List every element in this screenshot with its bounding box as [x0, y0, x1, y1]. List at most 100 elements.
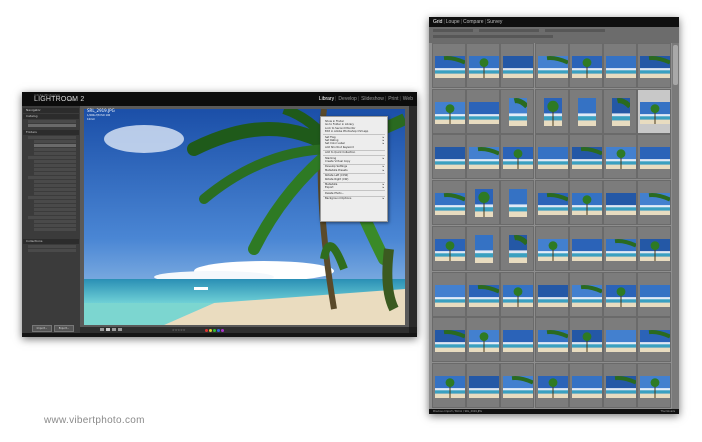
thumbnail-cell[interactable] [637, 362, 672, 408]
source-path[interactable]: Previous Import / Bohol / SRL_2919.JPG [433, 409, 482, 414]
thumbnail-image[interactable] [612, 97, 630, 126]
thumbnail-image[interactable] [537, 147, 568, 170]
thumbnail-cell[interactable] [603, 271, 637, 317]
thumbnail-image[interactable] [469, 284, 500, 307]
filter-metadata[interactable] [545, 29, 605, 32]
thumbnail-cell[interactable] [500, 180, 535, 226]
thumbnail-image[interactable] [640, 101, 671, 124]
view-tab-compare[interactable]: Compare [463, 19, 484, 25]
folder-row[interactable] [34, 172, 76, 175]
thumbnail-cell[interactable] [534, 43, 569, 88]
folder-row[interactable] [34, 160, 76, 163]
thumbnail-image[interactable] [503, 284, 534, 307]
thumbnail-cell[interactable] [466, 225, 501, 271]
thumbnail-cell[interactable] [568, 43, 603, 88]
thumbnail-cell[interactable] [534, 134, 569, 180]
thumbnail-cell[interactable] [432, 362, 466, 408]
catalog-row[interactable] [28, 120, 76, 123]
thumbnail-cell[interactable] [637, 271, 672, 317]
thumbnail-image[interactable] [469, 147, 500, 170]
view-tab-survey[interactable]: Survey [487, 19, 503, 25]
thumbnail-cell[interactable] [568, 88, 603, 134]
color-label-yellow-icon[interactable] [209, 329, 212, 332]
folder-row[interactable] [34, 212, 76, 215]
thumbnail-image[interactable] [435, 330, 465, 353]
thumbnail-cell[interactable] [432, 134, 466, 180]
thumbnail-image[interactable] [640, 375, 671, 398]
thumbnail-image[interactable] [435, 193, 465, 216]
thumbnail-cell[interactable] [603, 225, 637, 271]
right-panel-collapsed[interactable] [409, 106, 417, 327]
thumbnail-cell[interactable] [568, 225, 603, 271]
module-print[interactable]: Print [388, 96, 398, 102]
compare-view-icon[interactable] [112, 328, 116, 331]
thumbnail-cell[interactable] [568, 180, 603, 226]
thumbnail-cell[interactable] [603, 134, 637, 180]
thumbnail-image[interactable] [503, 330, 534, 353]
thumbnail-cell[interactable] [534, 225, 569, 271]
thumbnail-image[interactable] [509, 97, 528, 126]
thumbnail-cell[interactable] [534, 271, 569, 317]
thumbnail-image[interactable] [503, 56, 534, 78]
thumbnail-cell[interactable] [466, 43, 501, 88]
thumbnail-image[interactable] [435, 56, 465, 78]
thumbnail-cell[interactable] [500, 43, 535, 88]
thumbnail-image[interactable] [577, 97, 596, 126]
thumbnail-cell[interactable] [568, 317, 603, 363]
thumbnail-image[interactable] [435, 238, 465, 261]
folder-row[interactable] [28, 176, 76, 179]
thumbnail-cell[interactable] [637, 225, 672, 271]
navigator-header[interactable]: Navigator [23, 108, 79, 113]
module-slideshow[interactable]: Slideshow [361, 96, 384, 102]
thumbnail-image[interactable] [606, 330, 636, 353]
thumbnail-image[interactable] [469, 101, 500, 124]
folder-row[interactable] [34, 164, 76, 167]
view-tab-loupe[interactable]: Loupe [446, 19, 460, 25]
survey-view-icon[interactable] [118, 328, 122, 331]
thumbnail-cell[interactable] [568, 271, 603, 317]
thumbnail-cell[interactable] [432, 271, 466, 317]
folder-row[interactable] [34, 204, 76, 207]
thumbnail-image[interactable] [435, 147, 465, 170]
thumbnail-cell[interactable] [534, 88, 569, 134]
thumbnail-cell[interactable] [603, 43, 637, 88]
thumbnail-cell[interactable] [603, 317, 637, 363]
thumbnail-image[interactable] [469, 330, 500, 353]
thumbnail-cell[interactable] [637, 134, 672, 180]
menu-item-export[interactable]: Export [325, 186, 334, 189]
thumbnail-image[interactable] [640, 193, 671, 216]
menu-item-background-options[interactable]: Background Options [325, 197, 351, 200]
folder-row[interactable] [28, 216, 76, 219]
folders-header[interactable]: Folders [23, 130, 79, 135]
module-web[interactable]: Web [403, 96, 413, 102]
thumbnail-cell[interactable] [466, 362, 501, 408]
folder-row[interactable] [34, 224, 76, 227]
folder-row[interactable] [34, 148, 76, 151]
thumbnail-image[interactable] [640, 147, 671, 170]
rating-stars-icon[interactable]: ☆☆☆☆☆ [172, 328, 185, 332]
collection-row[interactable] [28, 245, 76, 248]
catalog-header[interactable]: Catalog [23, 114, 79, 119]
thumbnail-image[interactable] [606, 193, 636, 216]
thumbnail-cell[interactable] [568, 362, 603, 408]
view-tab-grid[interactable]: Grid [433, 19, 442, 25]
thumbnail-image[interactable] [571, 193, 602, 216]
thumbnail-cell[interactable] [534, 362, 569, 408]
color-label-red-icon[interactable] [205, 329, 208, 332]
thumbnail-cell[interactable] [603, 88, 637, 134]
thumbnail-image[interactable] [571, 375, 602, 398]
thumbnail-cell[interactable] [603, 180, 637, 226]
filter-attribute[interactable] [479, 29, 539, 32]
thumbnail-cell[interactable] [466, 134, 501, 180]
thumbnail-cell[interactable] [637, 43, 672, 88]
menu-item-metadata-presets[interactable]: Metadata Presets [325, 169, 348, 172]
module-develop[interactable]: Develop [338, 96, 356, 102]
thumbnail-image[interactable] [571, 238, 602, 261]
thumbnail-image[interactable] [640, 284, 671, 307]
menu-item-create-virtual-copy[interactable]: Create Virtual Copy [325, 160, 350, 163]
thumbnail-cell[interactable] [432, 180, 466, 226]
filter-options[interactable] [433, 35, 553, 38]
thumbnail-cell[interactable] [432, 88, 466, 134]
thumbnail-image[interactable] [469, 56, 500, 78]
thumbnail-image[interactable] [509, 234, 528, 263]
